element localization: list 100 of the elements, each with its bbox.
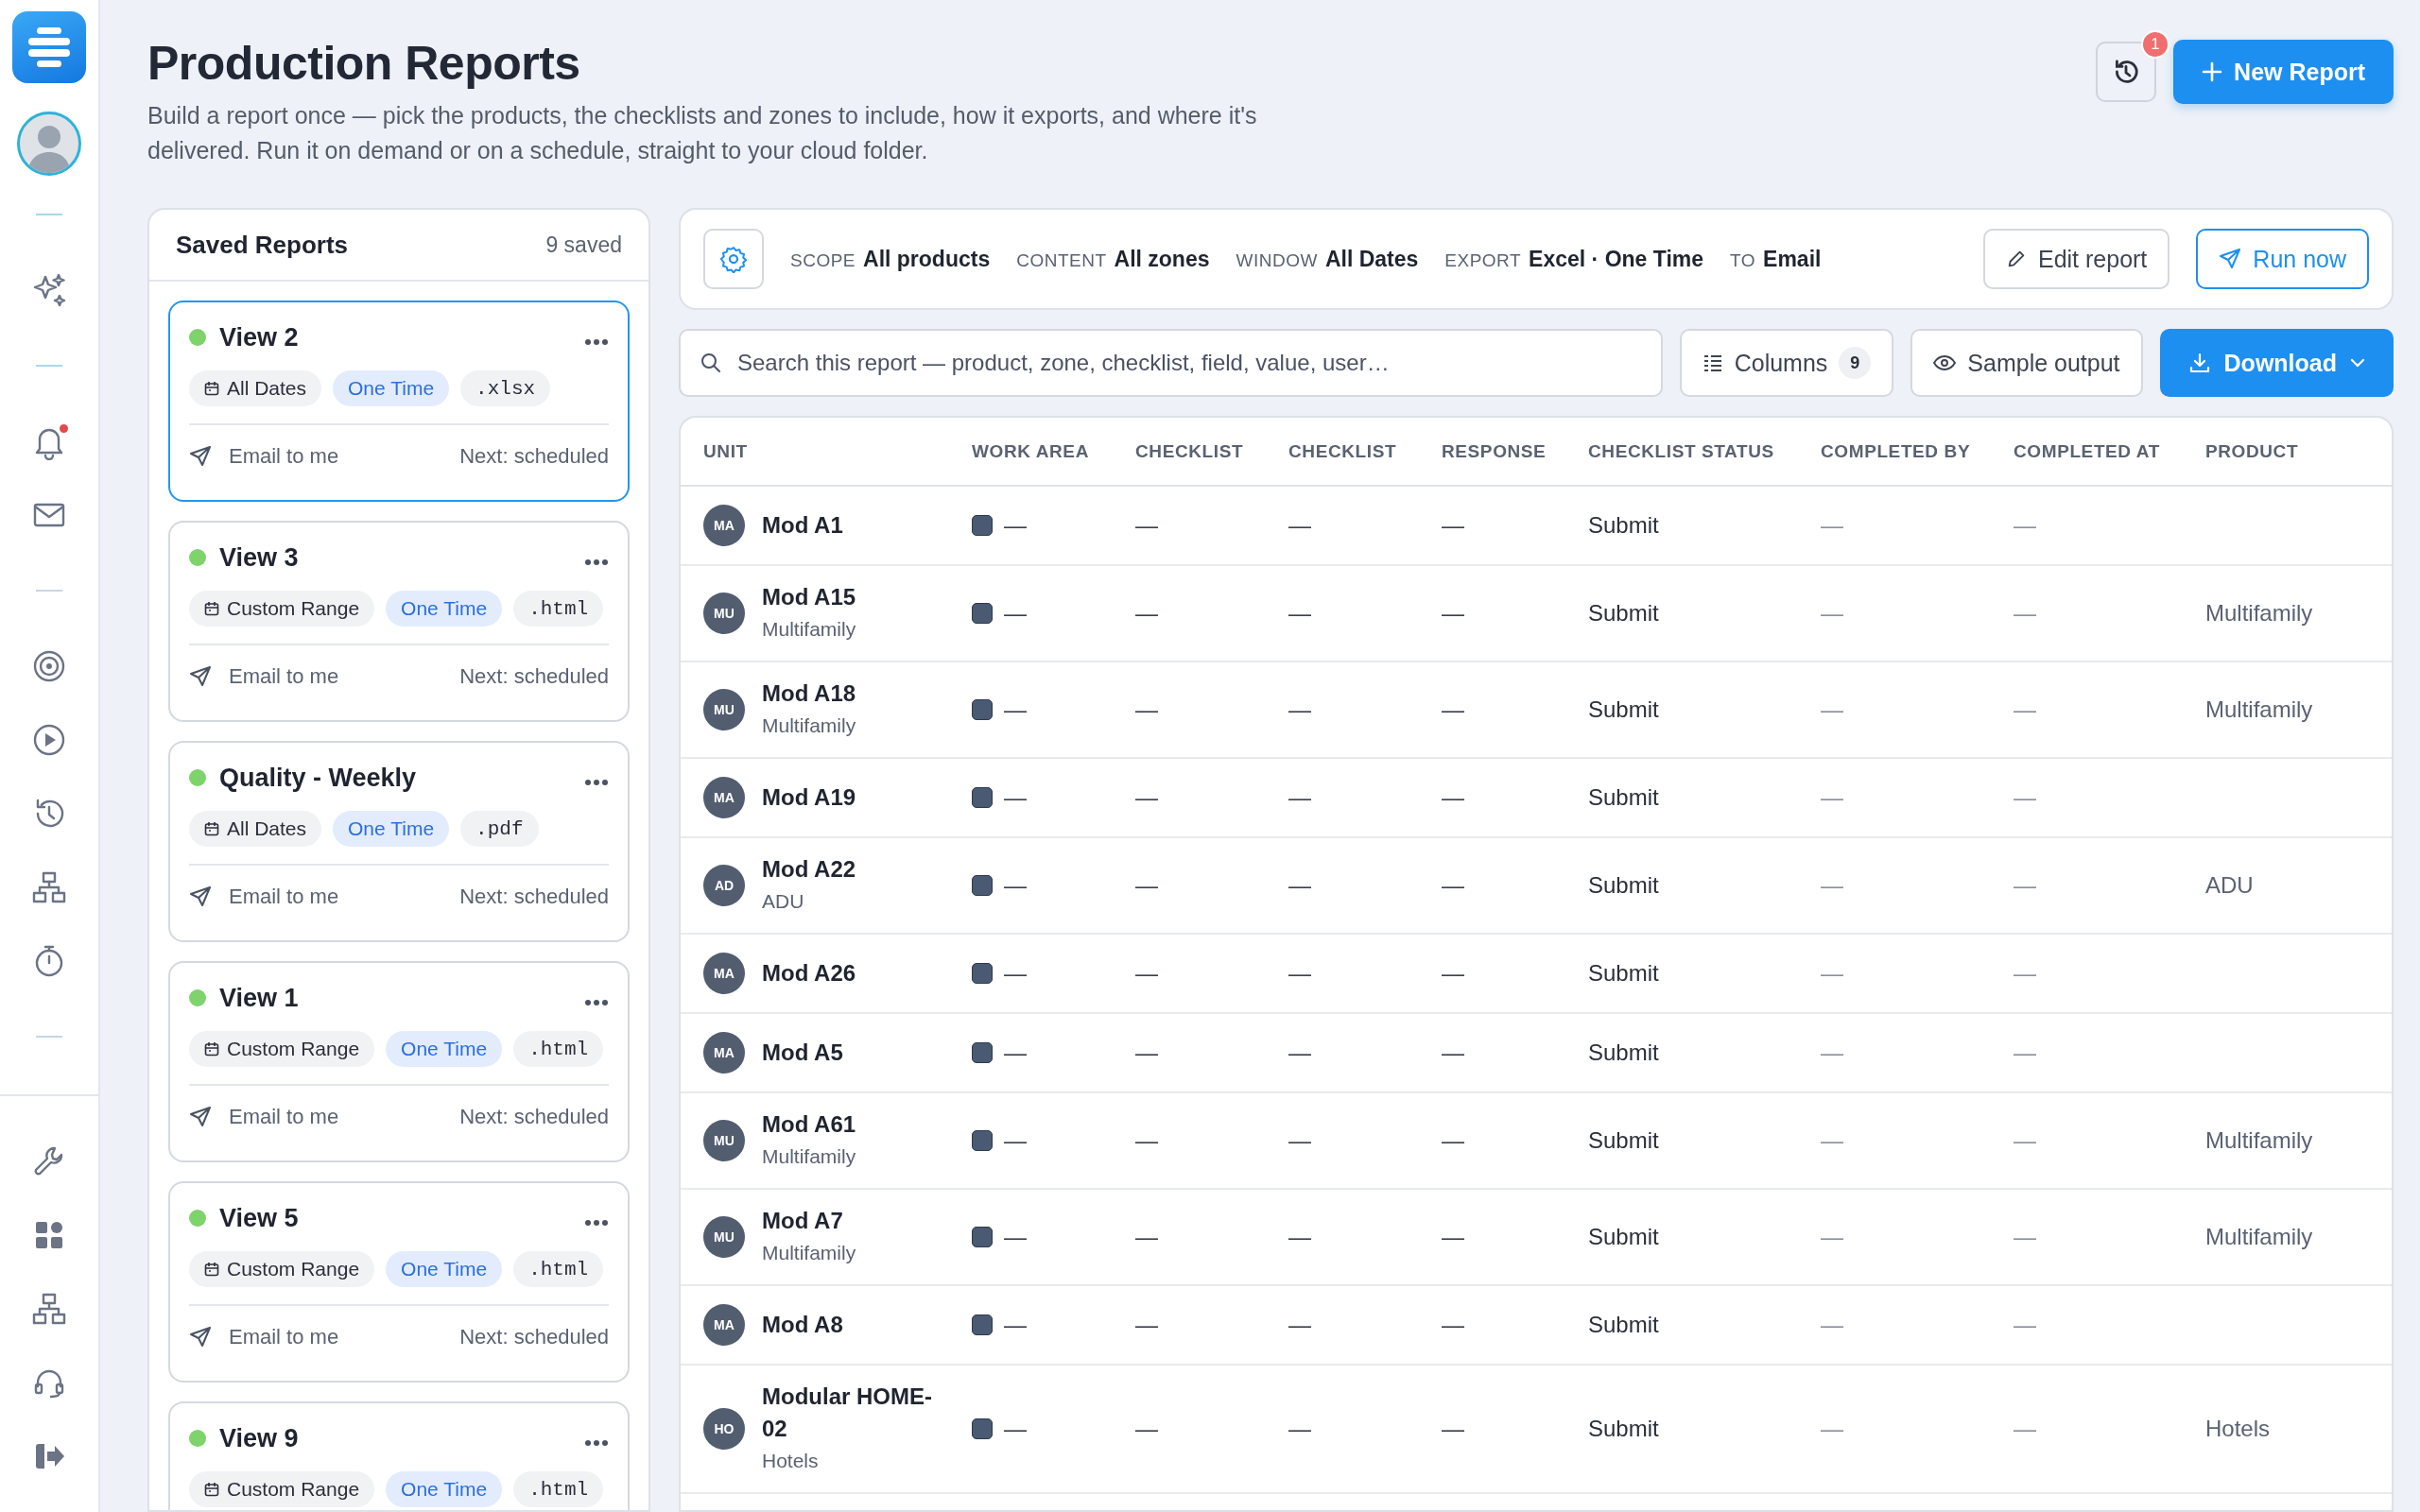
table-cell: Submit (1588, 1224, 1659, 1249)
delivery-label: Email to me (229, 1325, 339, 1349)
table-cell: — (1004, 1040, 1027, 1066)
frequency-tag: One Time (386, 1031, 503, 1067)
column-header[interactable]: RESPONSE (1434, 418, 1581, 486)
calendar-icon (204, 1262, 219, 1277)
table-cell: — (2014, 1312, 2036, 1337)
column-header[interactable]: UNIT (681, 418, 964, 486)
logo[interactable] (12, 11, 86, 83)
column-header[interactable]: PRODUCT (2198, 418, 2392, 486)
column-header[interactable]: CHECKLIST (1281, 418, 1434, 486)
column-header[interactable]: WORK AREA (964, 418, 1128, 486)
table-cell: — (1821, 1312, 1843, 1337)
summary-field: CONTENT All zones (1016, 246, 1210, 272)
unit-name: Mod A5 (762, 1039, 843, 1067)
settings-button[interactable] (703, 229, 764, 289)
report-card[interactable]: Quality - Weekly All Dates One Time .pdf Email to me Next: scheduled (168, 741, 630, 942)
report-name: View 2 (219, 322, 300, 352)
table-cell: — (1135, 1416, 1158, 1441)
download-button[interactable]: Download (2159, 329, 2394, 397)
color-swatch (972, 515, 993, 536)
table-cell: — (1135, 1312, 1158, 1337)
date-range-label: All Dates (227, 377, 307, 400)
date-range-label: Custom Range (227, 1038, 360, 1060)
table-cell: — (2014, 696, 2036, 722)
next-run: Next: scheduled (459, 1105, 609, 1129)
send-icon (189, 1106, 212, 1128)
pencil-icon (2006, 249, 2027, 269)
table-cell: — (1135, 872, 1158, 898)
table-cell: — (1004, 1312, 1027, 1338)
caret-icon (2350, 358, 2365, 368)
color-swatch (972, 1418, 993, 1439)
new-report-button[interactable]: New Report (2173, 40, 2394, 104)
send-icon (189, 1326, 212, 1349)
plus-icon (2202, 61, 2223, 82)
table-cell: — (1288, 696, 1311, 722)
format-tag: .html (513, 1251, 604, 1287)
table-cell: — (1442, 1416, 1464, 1441)
column-header[interactable]: CHECKLIST STATUS (1581, 418, 1813, 486)
unit-product: Multifamily (762, 617, 856, 642)
calendar-icon (204, 1041, 219, 1057)
table-cell: — (2014, 1040, 2036, 1065)
columns-button[interactable]: Columns 9 (1679, 329, 1894, 397)
table-cell: — (1821, 1416, 1843, 1441)
frequency-tag: One Time (386, 591, 503, 627)
frequency-tag: One Time (333, 370, 450, 406)
column-count: 9 (1839, 347, 1872, 379)
unit-product: ADU (762, 889, 805, 914)
format-tag: .html (513, 1471, 604, 1507)
calendar-icon (204, 381, 219, 396)
initials-avatar: AD (703, 865, 745, 906)
table-cell: — (1135, 1127, 1158, 1153)
report-card[interactable]: View 1 Custom Range One Time .html Email to me Next: scheduled (168, 961, 630, 1162)
delivery-label: Email to me (229, 664, 339, 689)
report-card[interactable]: View 5 Custom Range One Time .html Email to me Next: scheduled (168, 1181, 630, 1383)
page-title: Production Reports (147, 36, 581, 91)
unit-name: Modular HOME-02 (762, 1383, 933, 1443)
color-swatch (972, 875, 993, 896)
report-card[interactable]: View 3 Custom Range One Time .html Email to me Next: scheduled (168, 521, 630, 722)
next-run: Next: scheduled (459, 664, 609, 689)
column-header[interactable]: CHECKLIST (1128, 418, 1281, 486)
table-cell: — (1135, 1224, 1158, 1249)
table-cell: — (1821, 1040, 1843, 1065)
send-icon (189, 665, 212, 688)
color-swatch (972, 1042, 993, 1063)
unit-name: Mod A19 (762, 783, 856, 812)
unit-name: Mod A15 (762, 583, 856, 611)
table-cell: — (1135, 960, 1158, 986)
report-card[interactable]: View 2 All Dates One Time .xlsx Email to me Next: scheduled (168, 301, 630, 502)
initials-avatar: MU (703, 689, 745, 730)
run-now-button[interactable]: Run now (2196, 229, 2369, 289)
table-cell: Submit (1588, 1127, 1659, 1153)
table-cell: — (1135, 600, 1158, 626)
calendar-icon (204, 1482, 219, 1497)
color-swatch (972, 787, 993, 808)
report-name: Quality - Weekly (219, 763, 418, 793)
table-cell: — (1442, 1040, 1464, 1065)
table-cell: — (1442, 872, 1464, 898)
report-name: View 1 (219, 983, 300, 1013)
date-range-label: Custom Range (227, 597, 360, 620)
initials-avatar: MA (703, 505, 745, 546)
unit-name: Mod A1 (762, 511, 843, 540)
column-header[interactable]: COMPLETED BY (1813, 418, 2006, 486)
edit-report-button[interactable]: Edit report (1983, 229, 2170, 289)
initials-avatar: HO (703, 1408, 745, 1450)
table-cell: — (1288, 784, 1311, 810)
table-cell: — (1135, 696, 1158, 722)
table-cell: — (2014, 512, 2036, 538)
table-cell: — (2014, 872, 2036, 898)
report-name: View 9 (219, 1423, 300, 1453)
report-card[interactable]: View 9 Custom Range One Time .html (168, 1401, 630, 1510)
sample-output-button[interactable]: Sample output (1910, 329, 2143, 397)
column-header[interactable]: COMPLETED AT (2006, 418, 2198, 486)
color-swatch (972, 603, 993, 624)
status-dot (189, 1210, 206, 1227)
search-field[interactable]: Search this report — product, zone, checklist, field, value, user… (679, 329, 1663, 397)
table-cell: — (1821, 1127, 1843, 1153)
calendar-icon (204, 821, 219, 836)
table-cell: — (1821, 512, 1843, 538)
table-cell: Hotels (2205, 1416, 2271, 1441)
